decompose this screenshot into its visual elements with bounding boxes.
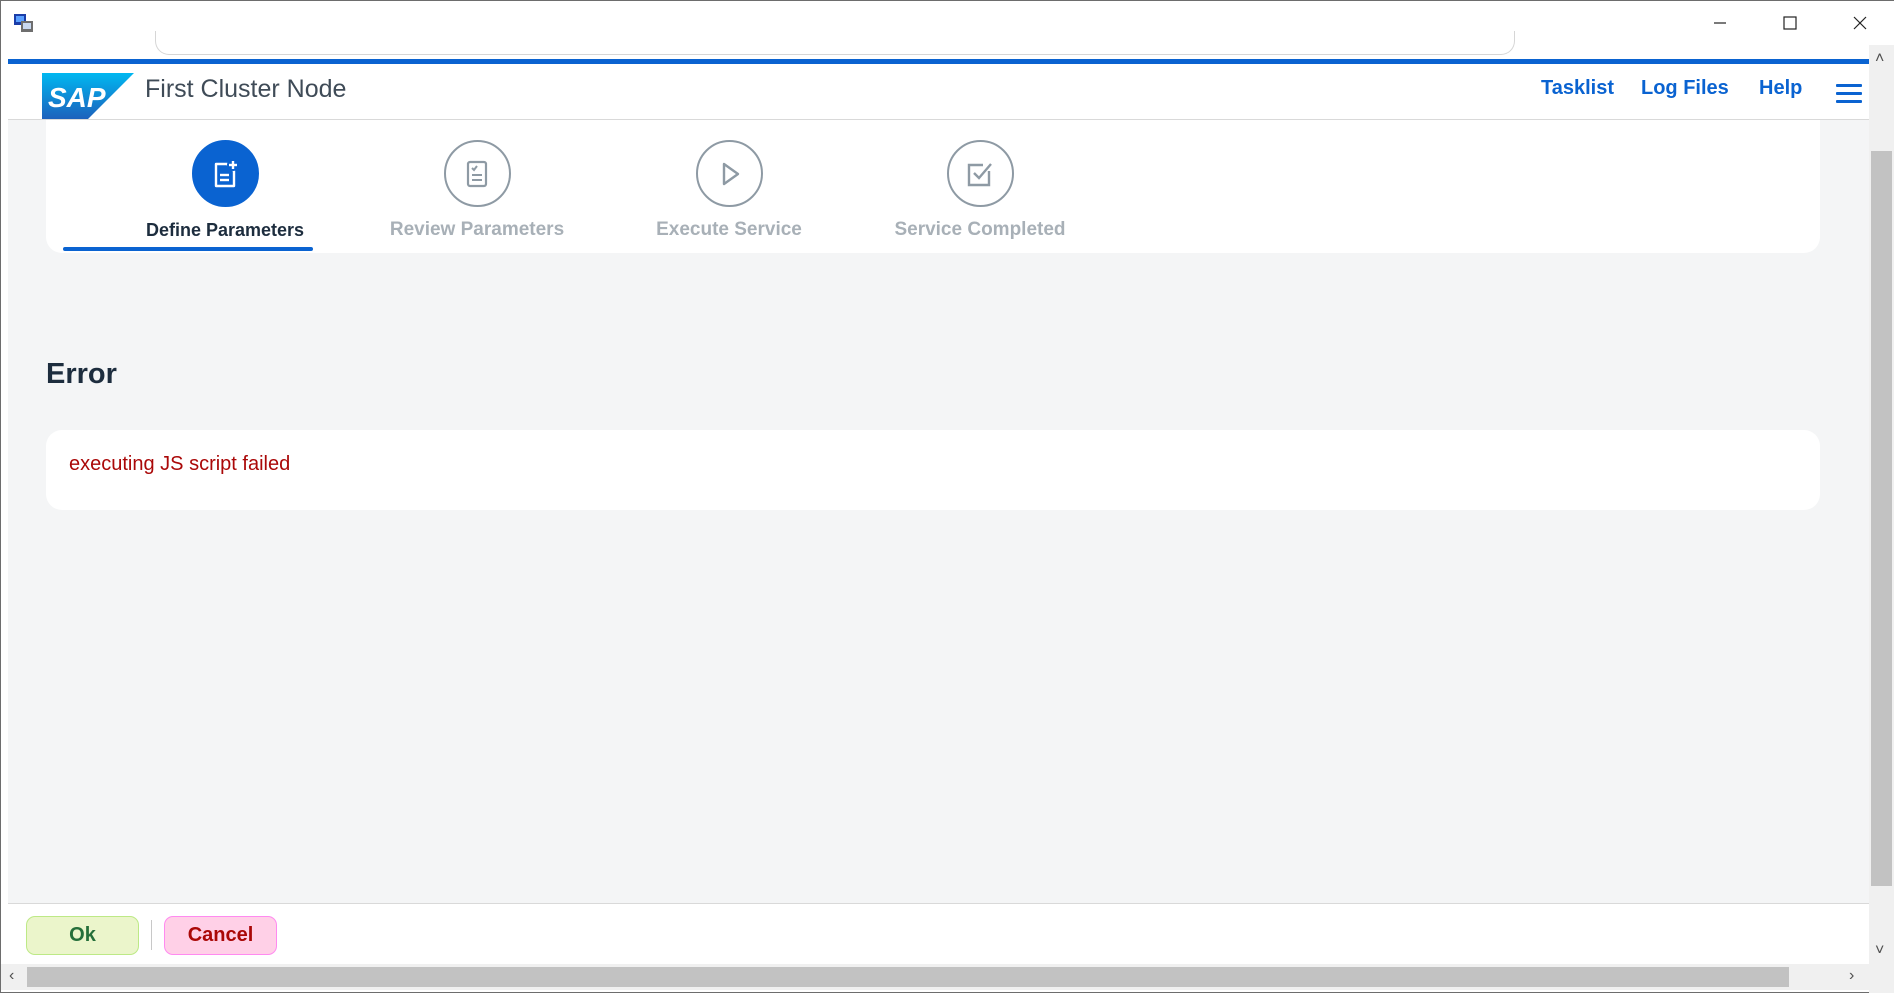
wizard-stepper: Define Parameters Review Parameters Exec… [46, 120, 1820, 253]
shell-header: SAP First Cluster Node Tasklist Log File… [8, 59, 1869, 120]
scroll-right-icon[interactable]: › [1849, 968, 1854, 984]
app-content: SAP First Cluster Node Tasklist Log File… [8, 59, 1869, 964]
scroll-up-icon[interactable]: ˄ [1875, 51, 1884, 67]
step-execute-service[interactable]: Execute Service [604, 140, 854, 241]
log-files-link[interactable]: Log Files [1641, 77, 1729, 100]
step-label: Execute Service [656, 219, 802, 240]
step-label: Service Completed [894, 219, 1066, 240]
hamburger-menu-icon[interactable] [1836, 84, 1862, 106]
scrollbar-corner [1869, 964, 1894, 993]
help-link[interactable]: Help [1759, 77, 1802, 100]
scroll-left-icon[interactable]: ‹ [9, 968, 14, 984]
maximize-icon[interactable] [1755, 1, 1825, 45]
error-panel: executing JS script failed [46, 430, 1820, 510]
checklist-document-icon [443, 140, 511, 207]
footer-toolbar: Ok Cancel [8, 903, 1869, 964]
step-service-completed[interactable]: Service Completed [855, 140, 1105, 241]
application-window: SAP First Cluster Node Tasklist Log File… [0, 0, 1894, 993]
step-label: Review Parameters [389, 219, 565, 240]
toolbar-separator [151, 920, 152, 950]
scroll-down-icon[interactable]: ˅ [1875, 943, 1884, 959]
add-document-icon [191, 140, 259, 207]
step-label: Define Parameters [145, 220, 305, 240]
page-title: First Cluster Node [145, 75, 347, 103]
horizontal-scroll-thumb[interactable] [27, 967, 1789, 987]
tasklist-link[interactable]: Tasklist [1541, 77, 1614, 100]
play-icon [695, 140, 763, 207]
svg-text:SAP: SAP [48, 82, 106, 113]
horizontal-scrollbar[interactable]: ‹ › [1, 964, 1869, 990]
error-heading: Error [46, 358, 117, 390]
checkbox-checked-icon [946, 140, 1014, 207]
step-review-parameters[interactable]: Review Parameters [352, 140, 602, 241]
ok-button[interactable]: Ok [26, 916, 139, 955]
error-message: executing JS script failed [69, 453, 291, 475]
close-icon[interactable] [1825, 1, 1894, 45]
step-define-parameters[interactable]: Define Parameters [100, 140, 350, 241]
sap-logo: SAP [42, 73, 134, 119]
active-step-indicator [63, 247, 313, 251]
address-bar[interactable] [155, 31, 1515, 55]
vertical-scrollbar[interactable]: ˄ ˅ [1869, 45, 1894, 964]
cancel-button[interactable]: Cancel [164, 916, 277, 955]
vertical-scroll-thumb[interactable] [1871, 151, 1892, 886]
app-icon [14, 14, 33, 32]
minimize-icon[interactable] [1685, 1, 1755, 45]
